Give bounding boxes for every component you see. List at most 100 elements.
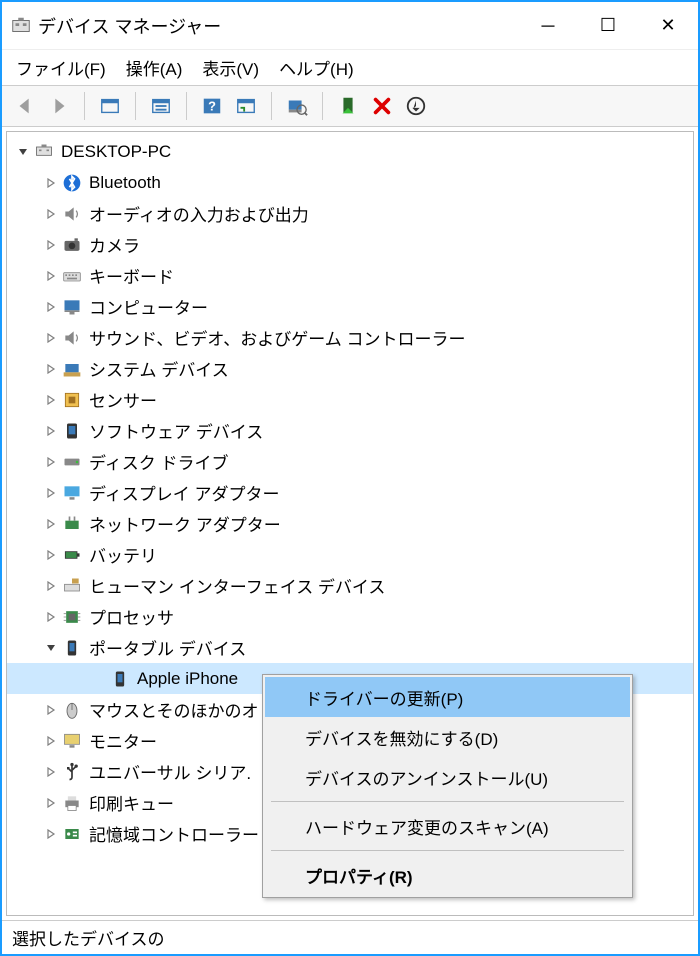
svg-text:?: ?	[208, 99, 216, 114]
camera-icon	[61, 234, 83, 256]
tree-root[interactable]: DESKTOP-PC	[7, 136, 693, 167]
chevron-down-icon[interactable]	[13, 142, 33, 162]
node-label: 記憶域コントローラー	[89, 821, 259, 846]
software-icon	[61, 420, 83, 442]
separator	[186, 92, 187, 120]
chevron-right-icon[interactable]	[41, 235, 61, 255]
chevron-right-icon[interactable]	[41, 762, 61, 782]
node-label: ポータブル デバイス	[89, 635, 246, 660]
separator	[271, 92, 272, 120]
window-title: デバイス マネージャー	[32, 13, 518, 39]
forward-button[interactable]	[44, 91, 74, 121]
mouse-icon	[61, 699, 83, 721]
device-category[interactable]: システム デバイス	[7, 353, 693, 384]
node-label: カメラ	[89, 232, 140, 257]
context-menu: ドライバーの更新(P) デバイスを無効にする(D) デバイスのアンインストール(…	[262, 674, 633, 898]
device-category[interactable]: ソフトウェア デバイス	[7, 415, 693, 446]
statusbar: 選択したデバイスの	[2, 920, 698, 954]
node-label: ソフトウェア デバイス	[89, 418, 263, 443]
bluetooth-icon	[61, 172, 83, 194]
speaker-icon	[61, 327, 83, 349]
close-button[interactable]: ✕	[638, 2, 698, 50]
properties-button[interactable]	[146, 91, 176, 121]
chevron-right-icon[interactable]	[41, 483, 61, 503]
chevron-right-icon[interactable]	[41, 607, 61, 627]
chevron-right-icon[interactable]	[41, 297, 61, 317]
device-category[interactable]: プロセッサ	[7, 601, 693, 632]
chevron-right-icon[interactable]	[41, 576, 61, 596]
chevron-down-icon[interactable]	[41, 638, 61, 658]
usb-icon	[61, 761, 83, 783]
ctx-disable-device[interactable]: デバイスを無効にする(D)	[265, 717, 630, 757]
chevron-right-icon[interactable]	[41, 421, 61, 441]
back-button[interactable]	[10, 91, 40, 121]
chevron-right-icon[interactable]	[41, 390, 61, 410]
ctx-scan-hardware[interactable]: ハードウェア変更のスキャン(A)	[265, 806, 630, 846]
device-category[interactable]: サウンド、ビデオ、およびゲーム コントローラー	[7, 322, 693, 353]
chevron-right-icon[interactable]	[41, 173, 61, 193]
device-category[interactable]: オーディオの入力および出力	[7, 198, 693, 229]
menu-view[interactable]: 表示(V)	[202, 55, 259, 80]
device-manager-icon	[10, 15, 32, 37]
ctx-properties[interactable]: プロパティ(R)	[265, 855, 630, 895]
scan-button[interactable]	[282, 91, 312, 121]
device-category[interactable]: バッテリ	[7, 539, 693, 570]
chevron-right-icon[interactable]	[41, 359, 61, 379]
node-label: 印刷キュー	[89, 790, 174, 815]
show-hidden-button[interactable]	[95, 91, 125, 121]
chevron-right-icon[interactable]	[41, 545, 61, 565]
separator	[322, 92, 323, 120]
toolbar: ?	[2, 85, 698, 127]
device-category[interactable]: ディスク ドライブ	[7, 446, 693, 477]
uninstall-button[interactable]	[367, 91, 397, 121]
node-label: オーディオの入力および出力	[89, 201, 309, 226]
enable-button[interactable]	[333, 91, 363, 121]
device-category[interactable]: ディスプレイ アダプター	[7, 477, 693, 508]
options-button[interactable]	[231, 91, 261, 121]
chevron-right-icon[interactable]	[41, 824, 61, 844]
minimize-button[interactable]: －	[518, 2, 578, 50]
titlebar: デバイス マネージャー － ☐ ✕	[2, 2, 698, 50]
menu-help[interactable]: ヘルプ(H)	[279, 55, 354, 80]
chevron-right-icon[interactable]	[41, 204, 61, 224]
chevron-right-icon[interactable]	[41, 514, 61, 534]
window-buttons: － ☐ ✕	[518, 2, 698, 50]
update-button[interactable]	[401, 91, 431, 121]
device-category[interactable]: Bluetooth	[7, 167, 693, 198]
chevron-right-icon[interactable]	[41, 328, 61, 348]
chevron-right-icon[interactable]	[41, 452, 61, 472]
printer-icon	[61, 792, 83, 814]
monitor-icon	[61, 296, 83, 318]
device-category[interactable]: ポータブル デバイス	[7, 632, 693, 663]
device-category[interactable]: カメラ	[7, 229, 693, 260]
node-label: ディスプレイ アダプター	[89, 480, 280, 505]
chevron-right-icon[interactable]	[41, 266, 61, 286]
device-category[interactable]: センサー	[7, 384, 693, 415]
speaker-icon	[61, 203, 83, 225]
node-label: コンピューター	[89, 294, 208, 319]
menu-action[interactable]: 操作(A)	[126, 55, 183, 80]
device-category[interactable]: ネットワーク アダプター	[7, 508, 693, 539]
device-category[interactable]: コンピューター	[7, 291, 693, 322]
chevron-right-icon[interactable]	[41, 731, 61, 751]
help-button[interactable]: ?	[197, 91, 227, 121]
menu-file[interactable]: ファイル(F)	[16, 55, 106, 80]
node-label: プロセッサ	[89, 604, 174, 629]
ctx-separator	[271, 801, 624, 802]
pc-icon	[33, 141, 55, 163]
window: デバイス マネージャー － ☐ ✕ ファイル(F) 操作(A) 表示(V) ヘル…	[0, 0, 700, 956]
device-category[interactable]: ヒューマン インターフェイス デバイス	[7, 570, 693, 601]
chevron-right-icon[interactable]	[41, 793, 61, 813]
ctx-uninstall-device[interactable]: デバイスのアンインストール(U)	[265, 757, 630, 797]
ctx-update-driver[interactable]: ドライバーの更新(P)	[265, 677, 630, 717]
chevron-right-icon[interactable]	[41, 700, 61, 720]
maximize-button[interactable]: ☐	[578, 2, 638, 50]
node-label: システム デバイス	[89, 356, 229, 381]
menubar: ファイル(F) 操作(A) 表示(V) ヘルプ(H)	[2, 50, 698, 85]
expander-none	[89, 669, 109, 689]
device-category[interactable]: キーボード	[7, 260, 693, 291]
keyboard-icon	[61, 265, 83, 287]
node-label: Apple iPhone	[137, 669, 238, 689]
separator	[135, 92, 136, 120]
node-label: センサー	[89, 387, 157, 412]
